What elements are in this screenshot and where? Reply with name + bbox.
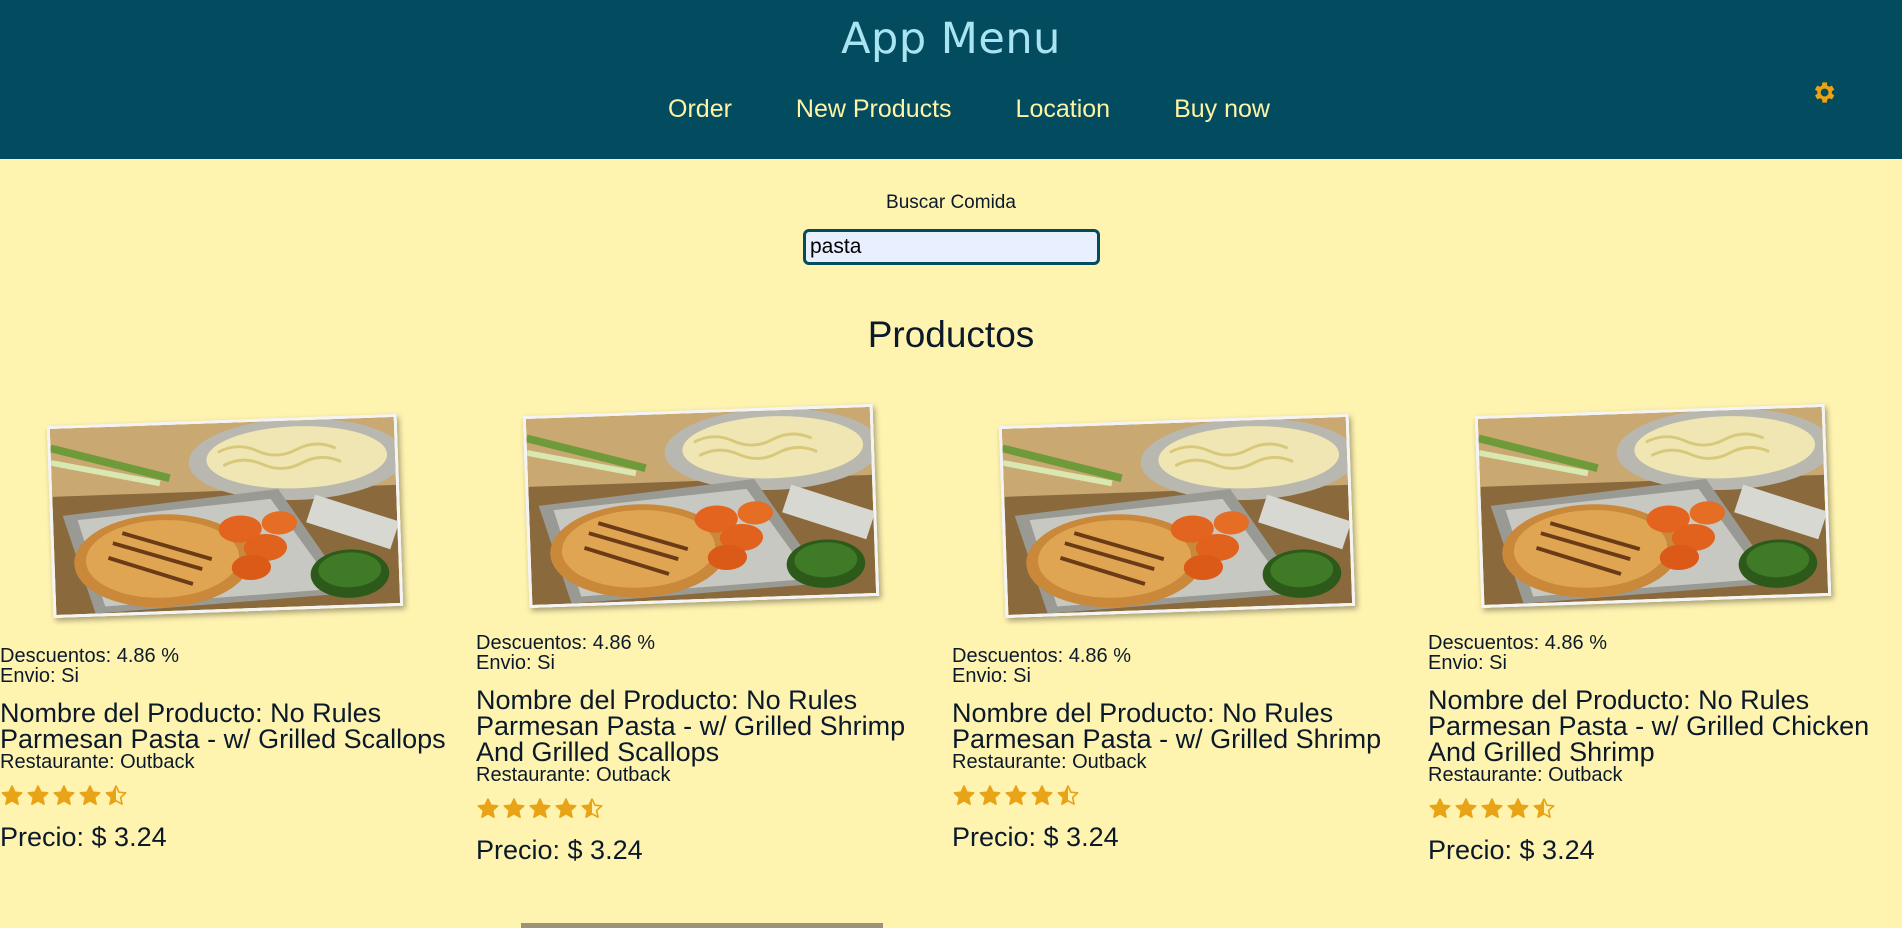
nav-buy-now[interactable]: Buy now [1174,95,1270,124]
star-icon [1,785,23,805]
nav-location[interactable]: Location [1016,95,1111,124]
product-image [522,403,880,609]
product-price: Precio: $ 3.24 [952,822,1119,852]
star-icon [1057,785,1079,805]
product-price: Precio: $ 3.24 [1428,835,1595,865]
star-icon [979,785,1001,805]
star-icon [1005,785,1027,805]
star-icon [1455,798,1477,818]
product-restaurant: Restaurante: Outback [476,764,671,786]
nav-order[interactable]: Order [668,95,732,124]
next-product-image-peek [521,923,883,928]
product-price: Precio: $ 3.24 [476,835,643,865]
rating-stars [952,784,1402,808]
star-icon [1031,785,1053,805]
star-icon [555,798,577,818]
product-discount: Descuentos: 4.86 % [0,645,179,667]
product-restaurant: Restaurante: Outback [952,751,1147,773]
product-image [998,413,1356,619]
star-icon [529,798,551,818]
product-image [1474,403,1832,609]
section-title: Productos [867,314,1035,355]
rating-stars [0,784,450,808]
star-icon [105,785,127,805]
main-nav: Order New Products Location Buy now [0,95,1902,124]
star-icon [1533,798,1555,818]
star-icon [1481,798,1503,818]
star-icon [79,785,101,805]
product-shipping: Envio: Si [0,665,79,687]
star-icon [953,785,975,805]
star-icon [1429,798,1451,818]
product-discount: Descuentos: 4.86 % [952,645,1131,667]
product-shipping: Envio: Si [1428,652,1507,674]
product-discount: Descuentos: 4.86 % [476,632,655,654]
star-icon [503,798,525,818]
star-icon [477,798,499,818]
star-icon [27,785,49,805]
nav-new-products[interactable]: New Products [796,95,952,124]
product-image [46,413,404,619]
product-discount: Descuentos: 4.86 % [1428,632,1607,654]
app-title: App Menu [841,14,1061,64]
search-input[interactable] [803,229,1100,265]
product-restaurant: Restaurante: Outback [1428,764,1623,786]
product-price: Precio: $ 3.24 [0,822,167,852]
product-shipping: Envio: Si [952,665,1031,687]
star-icon [53,785,75,805]
product-restaurant: Restaurante: Outback [0,751,195,773]
gear-icon[interactable] [1810,79,1837,106]
product-name: Nombre del Producto: No Rules Parmesan P… [952,698,1382,754]
product-shipping: Envio: Si [476,652,555,674]
star-icon [581,798,603,818]
product-name: Nombre del Producto: No Rules Parmesan P… [476,685,906,767]
top-bar: App Menu Order New Products Location Buy… [0,0,1902,159]
rating-stars [1428,797,1878,821]
product-name: Nombre del Producto: No Rules Parmesan P… [1428,685,1870,767]
product-name: Nombre del Producto: No Rules Parmesan P… [0,698,446,754]
search-label: Buscar Comida [886,192,1016,213]
rating-stars [476,797,926,821]
star-icon [1507,798,1529,818]
